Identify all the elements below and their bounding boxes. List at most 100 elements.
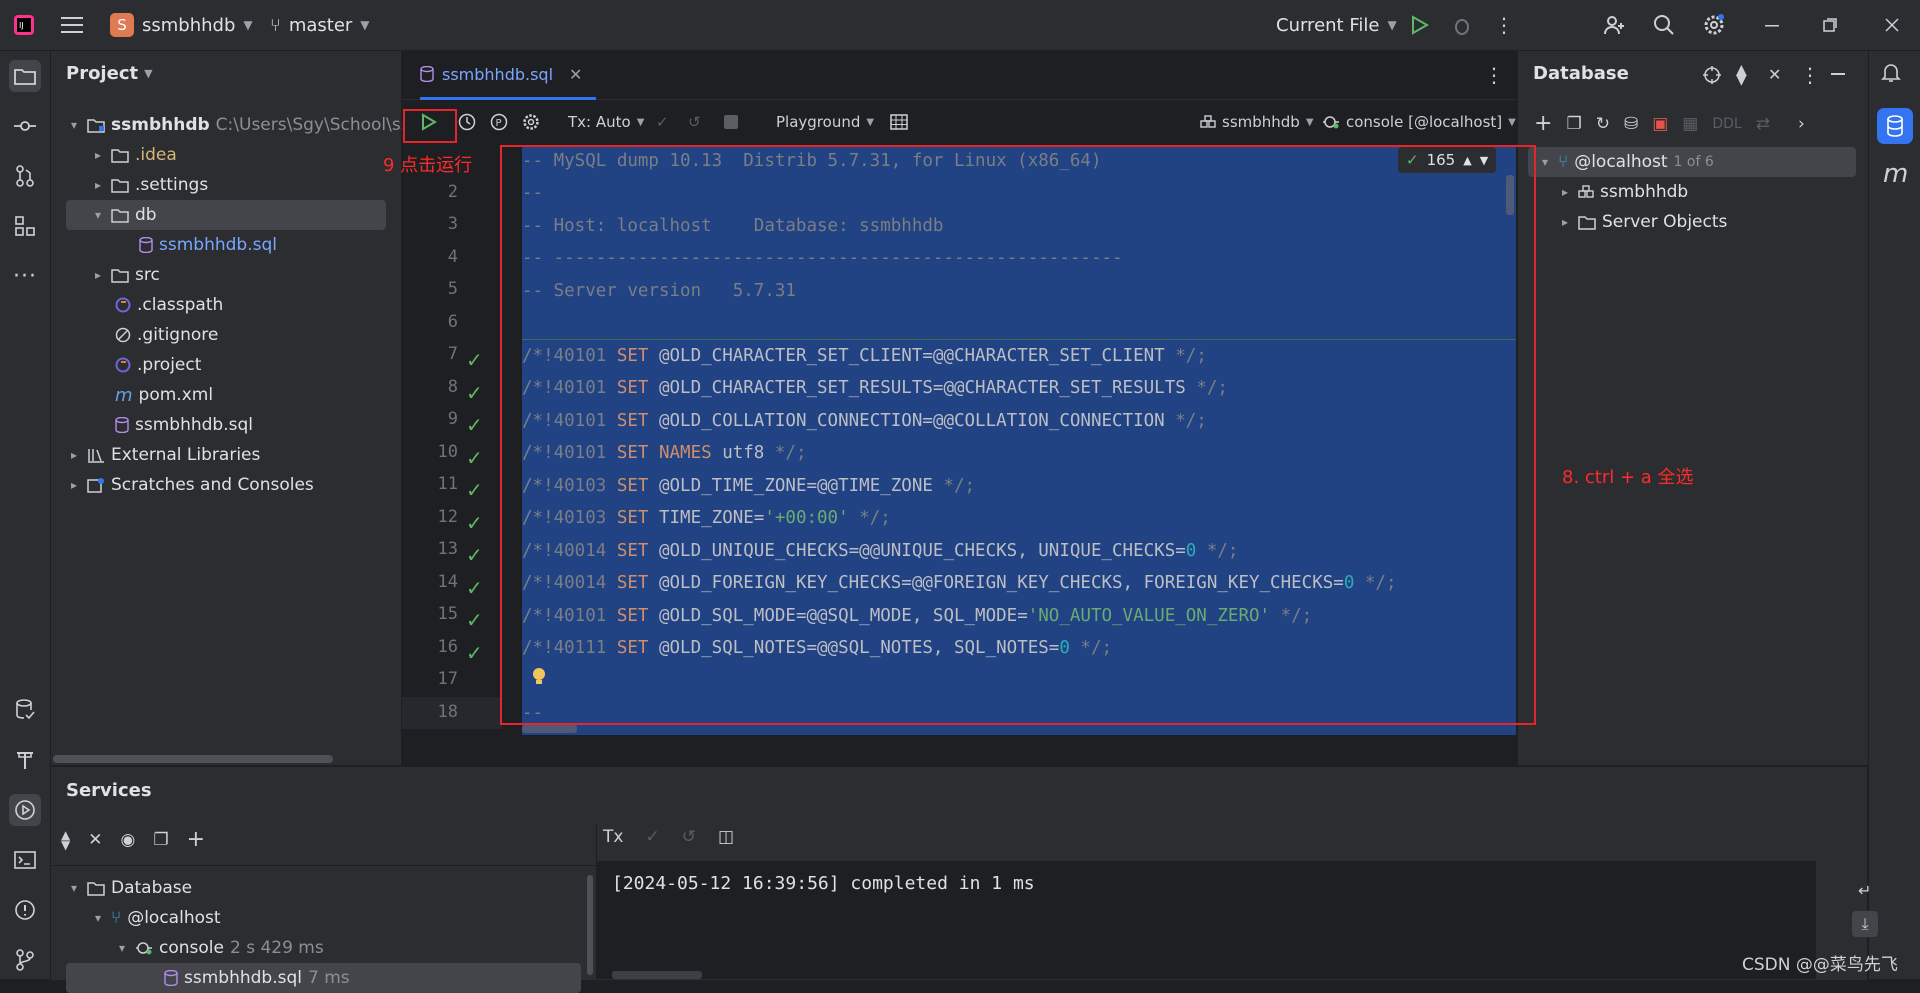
table-view-icon[interactable] (890, 108, 908, 136)
services-tree-database[interactable]: ▾ Database (67, 873, 192, 903)
add-user-icon[interactable] (1600, 11, 1628, 39)
services-tree-sql[interactable]: ssmbhhdb.sql 7 ms (66, 963, 581, 993)
expand-arrow-icon: ▾ (1541, 155, 1549, 169)
tree-item-root-sql[interactable]: ssmbhhdb.sql (115, 410, 253, 440)
services-tree-localhost[interactable]: ▾ ⑂ @localhost (91, 903, 221, 933)
build-hammer-icon[interactable] (9, 744, 41, 776)
notifications-bell-icon[interactable] (1880, 61, 1902, 83)
rollback-icon[interactable]: ↺ (688, 108, 701, 136)
table-view-icon[interactable]: ▦ (1682, 114, 1698, 134)
db-tree-schema[interactable]: ▸ ssmbhhdb (1558, 177, 1688, 207)
scratches-icon (87, 477, 105, 493)
tx-mode-dropdown[interactable]: Tx: Auto ▼ (568, 108, 644, 136)
schema-selector[interactable]: ssmbhhdb ▼ (1200, 108, 1314, 136)
horizontal-scrollbar[interactable] (522, 725, 577, 733)
terminal-icon[interactable] (9, 844, 41, 876)
tree-item-db[interactable]: ▾ db (66, 200, 386, 230)
horizontal-scrollbar[interactable] (53, 755, 333, 763)
playground-dropdown[interactable]: Playground ▼ (776, 108, 874, 136)
tx-button[interactable]: Tx (603, 827, 623, 847)
structure-icon[interactable] (9, 210, 41, 242)
tree-item-db-sql[interactable]: ssmbhhdb.sql (139, 230, 277, 260)
vertical-scrollbar[interactable] (587, 875, 593, 975)
search-icon[interactable] (1650, 11, 1678, 39)
project-switcher[interactable]: S ssmbhhdb ▼ (110, 0, 253, 50)
restore-window-icon[interactable] (1816, 11, 1844, 39)
duplicate-icon[interactable]: ❐ (1566, 114, 1581, 134)
main-menu-icon[interactable] (58, 11, 86, 39)
tree-item-root[interactable]: ▾ ssmbhhdb C:\Users\Sgy\School\ss (67, 110, 410, 140)
layout-icon[interactable]: ◫ (718, 827, 734, 847)
settings-gear-icon[interactable] (522, 108, 540, 136)
project-tool-folder-icon[interactable] (9, 60, 41, 92)
soft-wrap-icon[interactable]: ↵ (1858, 881, 1871, 900)
ide-logo-icon[interactable]: IJ (10, 11, 38, 39)
db-tree-localhost[interactable]: ▾ ⑂ @localhost 1 of 6 (1528, 147, 1856, 177)
view-options-eye-icon[interactable]: ◉ (120, 830, 135, 850)
services-tool-icon[interactable] (9, 794, 41, 826)
collapse-all-icon[interactable]: ✕ (1768, 65, 1781, 84)
db-host-label: @localhost (1574, 152, 1668, 172)
session-selector[interactable]: console [@localhost] ▼ (1322, 108, 1516, 136)
maven-icon[interactable]: m (1883, 159, 1908, 189)
rollback-icon[interactable]: ↺ (682, 827, 696, 847)
project-panel-title[interactable]: Project ▼ (66, 63, 153, 84)
editor-tab-sql[interactable]: ssmbhhdb.sql ✕ (420, 51, 597, 100)
commit-icon[interactable] (9, 110, 41, 142)
add-icon[interactable]: + (1534, 111, 1552, 136)
db-tree-server-objects[interactable]: ▸ Server Objects (1558, 207, 1727, 237)
folder-icon (87, 880, 105, 896)
tree-item-src[interactable]: ▸ src (91, 260, 160, 290)
git-icon[interactable] (9, 944, 41, 976)
select-all-annotation: 8. ctrl + a 全选 (1562, 467, 1694, 488)
refresh-icon[interactable]: ↻ (1596, 114, 1610, 134)
chevron-right-icon[interactable]: › (1798, 114, 1805, 134)
services-output[interactable]: [2024-05-12 16:39:56] completed in 1 ms … (596, 861, 1878, 979)
database-tool-icon[interactable] (9, 694, 41, 726)
more-tools-icon[interactable]: ··· (9, 260, 41, 292)
debug-icon[interactable] (1448, 11, 1476, 39)
tree-item-pom[interactable]: m pom.xml (115, 380, 213, 410)
problems-icon[interactable] (9, 894, 41, 926)
expand-collapse-icon[interactable]: ▲ ▼ (1736, 63, 1747, 87)
commit-check-icon[interactable]: ✓ (645, 827, 659, 847)
database-tool-icon[interactable] (1877, 108, 1913, 144)
console-icon (135, 940, 153, 956)
expand-all-icon[interactable]: ▲ ▼ (61, 829, 70, 851)
close-window-icon[interactable] (1878, 11, 1906, 39)
tree-item-external-libraries[interactable]: ▸ External Libraries (67, 440, 260, 470)
run-icon[interactable] (1406, 11, 1434, 39)
tab-options-icon[interactable]: ⋮ (1484, 63, 1504, 87)
hide-panel-icon[interactable] (1831, 73, 1845, 75)
tree-item-idea[interactable]: ▸ .idea (91, 140, 177, 170)
scroll-to-end-icon[interactable]: ⤓ (1852, 911, 1878, 937)
data-source-properties-icon[interactable]: ⛁ (1624, 114, 1638, 134)
disconnect-icon[interactable]: ▣ (1652, 114, 1668, 134)
horizontal-scrollbar[interactable] (612, 971, 702, 979)
close-tab-icon[interactable]: ✕ (569, 65, 582, 84)
more-options-icon[interactable]: ⋮ (1800, 63, 1820, 87)
new-group-icon[interactable]: ❐ (153, 830, 168, 850)
tx-mode-label: Tx: Auto (568, 113, 631, 131)
explain-plan-icon[interactable]: P (490, 108, 508, 136)
add-service-icon[interactable]: + (187, 827, 205, 852)
jump-to-console-icon[interactable]: ⇄ (1756, 114, 1770, 134)
settings-gear-icon[interactable] (1700, 11, 1728, 39)
tree-item-classpath[interactable]: .classpath (115, 290, 223, 320)
locate-target-icon[interactable] (1702, 65, 1722, 85)
tree-item-settings[interactable]: ▸ .settings (91, 170, 208, 200)
more-actions-icon[interactable]: ⋮ (1490, 11, 1518, 39)
commit-check-icon[interactable]: ✓ (656, 108, 669, 136)
branch-switcher[interactable]: ⑂ master ▼ (270, 0, 370, 50)
tree-item-scratches[interactable]: ▸ Scratches and Consoles (67, 470, 314, 500)
collapse-all-icon[interactable]: ✕ (88, 830, 102, 850)
history-icon[interactable] (458, 108, 476, 136)
tree-item-gitignore[interactable]: .gitignore (115, 320, 218, 350)
ddl-button[interactable]: DDL (1712, 116, 1741, 132)
stop-icon[interactable] (724, 108, 738, 136)
tree-item-project[interactable]: .project (115, 350, 201, 380)
run-config-selector[interactable]: Current File ▼ (1276, 0, 1397, 50)
pull-requests-icon[interactable] (9, 160, 41, 192)
minimize-window-icon[interactable] (1758, 11, 1786, 39)
services-tree-console[interactable]: ▾ console 2 s 429 ms (115, 933, 324, 963)
